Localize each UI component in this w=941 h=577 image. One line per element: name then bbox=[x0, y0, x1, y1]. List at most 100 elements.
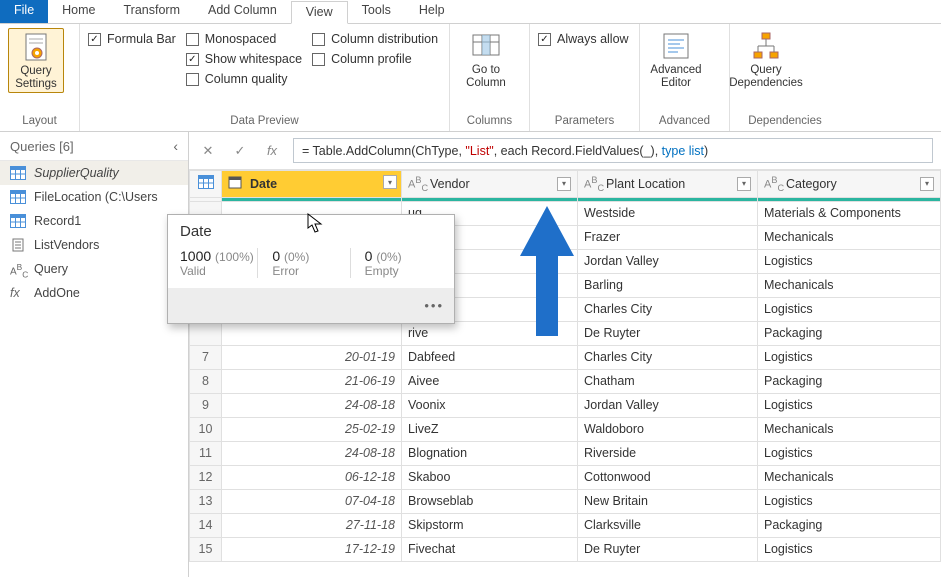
menu-home[interactable]: Home bbox=[48, 0, 109, 23]
cell-vendor[interactable]: Skipstorm bbox=[402, 513, 578, 537]
check-show-whitespace[interactable]: ✓Show whitespace bbox=[186, 52, 302, 66]
goto-column-button[interactable]: Go to Column bbox=[458, 28, 514, 91]
menu-view[interactable]: View bbox=[291, 1, 348, 24]
column-filter-vendor[interactable]: ▾ bbox=[557, 177, 571, 191]
table-row[interactable]: 1427-11-18SkipstormClarksvillePackaging bbox=[190, 513, 941, 537]
select-all-corner[interactable] bbox=[190, 171, 222, 198]
formula-input[interactable]: = Table.AddColumn(ChType, "List", each R… bbox=[293, 138, 933, 163]
column-header-vendor[interactable]: ABCVendor▾ bbox=[402, 171, 578, 198]
column-filter-plant[interactable]: ▾ bbox=[737, 177, 751, 191]
check-monospaced[interactable]: Monospaced bbox=[186, 32, 302, 46]
table-row[interactable]: 1124-08-18BlognationRiversideLogistics bbox=[190, 441, 941, 465]
advanced-editor-button[interactable]: Advanced Editor bbox=[648, 28, 704, 91]
cell-plant[interactable]: Charles City bbox=[578, 297, 758, 321]
cell-date[interactable]: 24-08-18 bbox=[222, 393, 402, 417]
check-column-profile[interactable]: Column profile bbox=[312, 52, 438, 66]
row-number[interactable]: 12 bbox=[190, 465, 222, 489]
table-row[interactable]: 1206-12-18SkabooCottonwoodMechanicals bbox=[190, 465, 941, 489]
formula-commit-button[interactable]: ✓ bbox=[229, 140, 251, 162]
cell-vendor[interactable]: LiveZ bbox=[402, 417, 578, 441]
cell-category[interactable]: Logistics bbox=[758, 537, 941, 561]
query-settings-button[interactable]: Query Settings bbox=[8, 28, 64, 93]
cell-category[interactable]: Packaging bbox=[758, 369, 941, 393]
cell-category[interactable]: Mechanicals bbox=[758, 417, 941, 441]
table-row[interactable]: 720-01-19DabfeedCharles CityLogistics bbox=[190, 345, 941, 369]
cell-category[interactable]: Logistics bbox=[758, 489, 941, 513]
row-number[interactable]: 9 bbox=[190, 393, 222, 417]
cell-category[interactable]: Logistics bbox=[758, 393, 941, 417]
cell-plant[interactable]: Riverside bbox=[578, 441, 758, 465]
table-row[interactable]: 924-08-18VoonixJordan ValleyLogistics bbox=[190, 393, 941, 417]
menu-tools[interactable]: Tools bbox=[348, 0, 405, 23]
column-header-plant[interactable]: ABCPlant Location▾ bbox=[578, 171, 758, 198]
check-column-quality[interactable]: Column quality bbox=[186, 72, 302, 86]
cell-vendor[interactable]: Fivechat bbox=[402, 537, 578, 561]
cell-category[interactable]: Logistics bbox=[758, 345, 941, 369]
cell-plant[interactable]: Chatham bbox=[578, 369, 758, 393]
query-item[interactable]: FileLocation (C:\Users bbox=[0, 185, 188, 209]
cell-plant[interactable]: De Ruyter bbox=[578, 537, 758, 561]
tooltip-more-button[interactable]: ••• bbox=[168, 288, 454, 323]
cell-vendor[interactable]: Dabfeed bbox=[402, 345, 578, 369]
cell-plant[interactable]: New Britain bbox=[578, 489, 758, 513]
menu-transform[interactable]: Transform bbox=[110, 0, 195, 23]
table-row[interactable]: 1517-12-19FivechatDe RuyterLogistics bbox=[190, 537, 941, 561]
row-number[interactable]: 11 bbox=[190, 441, 222, 465]
cell-date[interactable]: 21-06-19 bbox=[222, 369, 402, 393]
menu-file[interactable]: File bbox=[0, 0, 48, 23]
menu-add-column[interactable]: Add Column bbox=[194, 0, 291, 23]
cell-date[interactable]: 24-08-18 bbox=[222, 441, 402, 465]
cell-plant[interactable]: Charles City bbox=[578, 345, 758, 369]
cell-date[interactable]: 06-12-18 bbox=[222, 465, 402, 489]
cell-category[interactable]: Mechanicals bbox=[758, 225, 941, 249]
query-item[interactable]: fxAddOne bbox=[0, 281, 188, 305]
query-item[interactable]: ListVendors bbox=[0, 233, 188, 257]
cell-plant[interactable]: Barling bbox=[578, 273, 758, 297]
cell-category[interactable]: Materials & Components bbox=[758, 201, 941, 225]
cell-category[interactable]: Packaging bbox=[758, 321, 941, 345]
cell-vendor[interactable]: Aivee bbox=[402, 369, 578, 393]
row-number[interactable]: 14 bbox=[190, 513, 222, 537]
cell-vendor[interactable]: Blognation bbox=[402, 441, 578, 465]
row-number[interactable] bbox=[190, 321, 222, 345]
cell-plant[interactable]: Jordan Valley bbox=[578, 249, 758, 273]
cell-date[interactable] bbox=[222, 321, 402, 345]
column-filter-date[interactable]: ▾ bbox=[383, 175, 397, 189]
check-column-distribution[interactable]: Column distribution bbox=[312, 32, 438, 46]
column-filter-category[interactable]: ▾ bbox=[920, 177, 934, 191]
column-header-category[interactable]: ABCCategory▾ bbox=[758, 171, 941, 198]
collapse-pane-button[interactable]: ‹ bbox=[173, 138, 178, 154]
cell-date[interactable]: 20-01-19 bbox=[222, 345, 402, 369]
cell-category[interactable]: Mechanicals bbox=[758, 465, 941, 489]
cell-plant[interactable]: De Ruyter bbox=[578, 321, 758, 345]
cell-plant[interactable]: Clarksville bbox=[578, 513, 758, 537]
cell-date[interactable]: 27-11-18 bbox=[222, 513, 402, 537]
row-number[interactable]: 15 bbox=[190, 537, 222, 561]
row-number[interactable]: 7 bbox=[190, 345, 222, 369]
query-dependencies-button[interactable]: Query Dependencies bbox=[738, 28, 794, 91]
query-item[interactable]: SupplierQuality bbox=[0, 161, 188, 185]
table-row[interactable]: 1025-02-19LiveZWaldoboroMechanicals bbox=[190, 417, 941, 441]
row-number[interactable]: 10 bbox=[190, 417, 222, 441]
cell-vendor[interactable]: Voonix bbox=[402, 393, 578, 417]
query-item[interactable]: ABCQuery bbox=[0, 257, 188, 281]
cell-category[interactable]: Logistics bbox=[758, 441, 941, 465]
cell-date[interactable]: 07-04-18 bbox=[222, 489, 402, 513]
cell-category[interactable]: Packaging bbox=[758, 513, 941, 537]
cell-plant[interactable]: Westside bbox=[578, 201, 758, 225]
cell-category[interactable]: Logistics bbox=[758, 297, 941, 321]
cell-date[interactable]: 17-12-19 bbox=[222, 537, 402, 561]
table-row[interactable]: 1307-04-18BrowseblabNew BritainLogistics bbox=[190, 489, 941, 513]
query-item[interactable]: Record1 bbox=[0, 209, 188, 233]
cell-category[interactable]: Logistics bbox=[758, 249, 941, 273]
table-row[interactable]: 821-06-19AiveeChathamPackaging bbox=[190, 369, 941, 393]
row-number[interactable]: 13 bbox=[190, 489, 222, 513]
cell-plant[interactable]: Frazer bbox=[578, 225, 758, 249]
cell-vendor[interactable]: Browseblab bbox=[402, 489, 578, 513]
column-header-date[interactable]: Date ▾ bbox=[222, 171, 402, 198]
menu-help[interactable]: Help bbox=[405, 0, 459, 23]
cell-plant[interactable]: Cottonwood bbox=[578, 465, 758, 489]
cell-category[interactable]: Mechanicals bbox=[758, 273, 941, 297]
cell-plant[interactable]: Waldoboro bbox=[578, 417, 758, 441]
row-number[interactable]: 8 bbox=[190, 369, 222, 393]
